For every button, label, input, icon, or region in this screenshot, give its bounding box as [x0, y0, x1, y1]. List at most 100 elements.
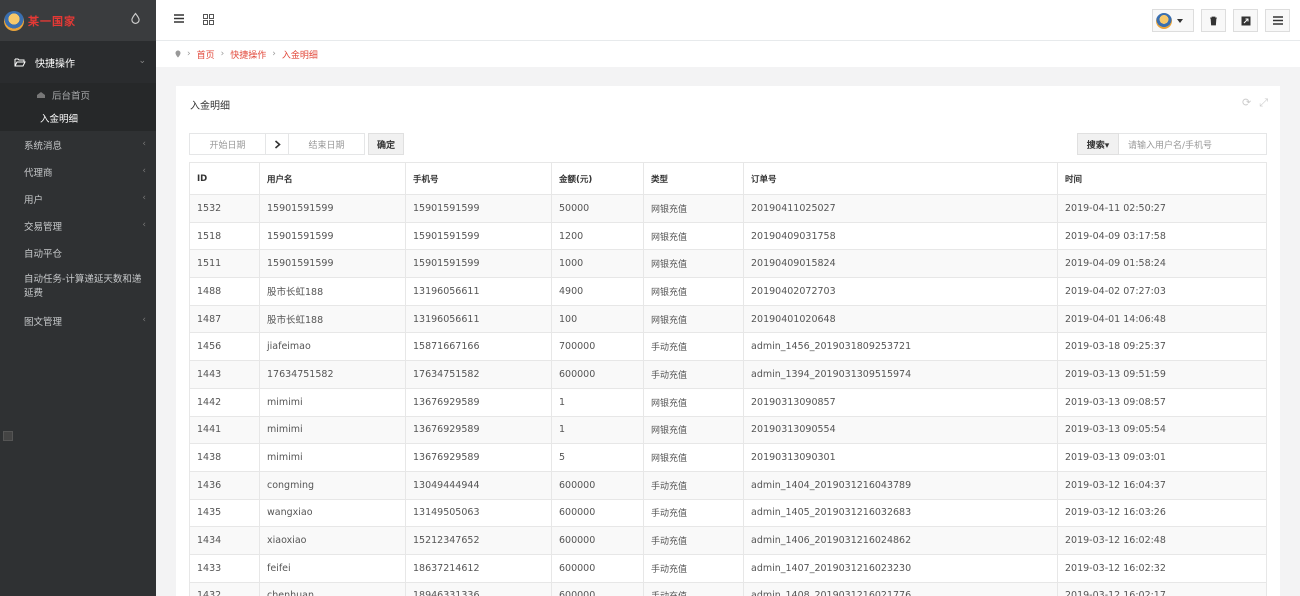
cell-id: 1532 — [189, 194, 260, 223]
theme-drop-icon[interactable] — [131, 12, 140, 24]
logo-icon — [4, 10, 24, 31]
cell-username: congming — [259, 470, 406, 500]
cell-order-no: admin_1405_2019031216032683 — [743, 498, 1058, 528]
sidebar-item-label: 交易管理 — [24, 221, 63, 233]
table-row: 1436 congming 13049444944 600000 手动充值 admin_1… — [189, 470, 1267, 500]
cell-order-no: 20190313090857 — [743, 387, 1058, 417]
sidebar-item-auto-close[interactable]: 自动平仓 — [0, 239, 156, 266]
end-date-input[interactable]: 结束日期 — [288, 133, 365, 155]
table-row: 1442 mimimi 13676929589 1 网银充值 20190313090857… — [189, 387, 1267, 417]
sidebar-item-auto-task[interactable]: 自动任务-计算递延天数和递延费 — [0, 266, 156, 307]
menu-toggle-icon[interactable] — [174, 14, 184, 23]
cell-time: 2019-04-01 14:06:48 — [1057, 304, 1267, 334]
cell-id: 1518 — [189, 221, 260, 251]
cell-type: 网银充值 — [643, 387, 744, 417]
cell-phone: 13049444944 — [405, 470, 552, 500]
refresh-icon[interactable]: ⟳ — [1242, 96, 1251, 110]
caret-down-icon — [1177, 18, 1183, 23]
breadcrumb-quick[interactable]: 快捷操作 — [230, 48, 266, 61]
cell-id: 1434 — [189, 526, 260, 555]
search-group: 搜索▾ 请输入用户名/手机号 — [1077, 133, 1267, 155]
cell-phone: 13676929589 — [405, 415, 552, 445]
cell-type: 网银充值 — [643, 221, 744, 251]
brand-bar: 某一国家 — [0, 0, 156, 41]
cell-type: 网银充值 — [643, 443, 744, 472]
cell-id: 1511 — [189, 249, 260, 279]
breadcrumb-separator: › — [220, 49, 225, 59]
cell-type: 网银充值 — [643, 304, 744, 334]
menu-group-quick[interactable]: 快捷操作 ⌄ — [0, 41, 156, 83]
chevron-down-icon: ⌄ — [138, 56, 146, 66]
cell-time: 2019-03-13 09:51:59 — [1057, 360, 1267, 389]
cell-amount: 600000 — [551, 360, 644, 389]
table-row: 1438 mimimi 13676929589 5 网银充值 20190313090301… — [189, 443, 1267, 472]
chevron-left-icon: ‹ — [142, 220, 146, 230]
header-time: 时间 — [1057, 162, 1267, 195]
confirm-button[interactable]: 确定 — [368, 133, 404, 155]
cell-type: 手动充值 — [643, 553, 744, 583]
cell-id: 1441 — [189, 415, 260, 445]
sidebar-item-messages[interactable]: 系统消息 ‹ — [0, 131, 156, 158]
cell-amount: 1200 — [551, 221, 644, 251]
cell-amount: 1 — [551, 387, 644, 417]
cell-time: 2019-03-12 16:02:32 — [1057, 553, 1267, 583]
sidebar-collapse-handle[interactable] — [3, 431, 13, 441]
cell-order-no: admin_1394_2019031309515974 — [743, 360, 1058, 389]
cell-amount: 1000 — [551, 249, 644, 279]
maximize-icon[interactable]: ⤢ — [1259, 96, 1268, 110]
breadcrumb: › 首页 › 快捷操作 › 入金明细 — [156, 41, 1300, 67]
cell-order-no: 20190409015824 — [743, 249, 1058, 279]
panel-title: 入金明细 — [190, 101, 230, 112]
cell-amount: 100 — [551, 304, 644, 334]
cell-time: 2019-04-09 03:17:58 — [1057, 221, 1267, 251]
clear-cache-button[interactable] — [1201, 9, 1226, 32]
breadcrumb-home[interactable]: 首页 — [197, 48, 215, 61]
table-row: 1443 17634751582 17634751582 600000 手动充值 admi… — [189, 360, 1267, 389]
cell-username: wangxiao — [259, 498, 406, 528]
cell-type: 手动充值 — [643, 526, 744, 555]
cell-id: 1438 — [189, 443, 260, 472]
user-menu-button[interactable] — [1152, 9, 1194, 32]
cell-order-no: 20190313090554 — [743, 415, 1058, 445]
cell-username: 股市长虹188 — [259, 277, 406, 306]
sidebar-item-content[interactable]: 图文管理 ‹ — [0, 307, 156, 334]
header-order-no: 订单号 — [743, 162, 1058, 195]
cell-type: 手动充值 — [643, 470, 744, 500]
sidebar-item-agents[interactable]: 代理商 ‹ — [0, 158, 156, 185]
table-row: 1432chenhuan18946331336600000手动充值admin_1… — [189, 581, 1267, 596]
submenu-item-home[interactable]: 后台首页 — [0, 83, 156, 106]
cell-type: 手动充值 — [643, 581, 744, 596]
settings-panel-button[interactable] — [1265, 9, 1290, 32]
chevron-left-icon: ‹ — [142, 139, 146, 149]
cell-type: 手动充值 — [643, 332, 744, 362]
expand-icon — [1241, 16, 1250, 25]
grid-icon[interactable] — [203, 14, 214, 25]
cell-amount: 600000 — [551, 470, 644, 500]
cell-id: 1456 — [189, 332, 260, 362]
submenu-item-deposit-detail[interactable]: 入金明细 — [0, 106, 156, 129]
cell-username: mimimi — [259, 415, 406, 445]
cell-phone: 13196056611 — [405, 277, 552, 306]
deposit-panel: 入金明细 ⟳ ⤢ 开始日期 结束日期 确定 搜索▾ 请输入用户名/手机号 ID 用… — [176, 86, 1280, 596]
brand-name: 某一国家 — [28, 14, 76, 28]
submenu-item-label: 入金明细 — [40, 113, 79, 125]
search-input[interactable]: 请输入用户名/手机号 — [1119, 133, 1267, 155]
header-type: 类型 — [643, 162, 744, 195]
sidebar-item-trading[interactable]: 交易管理 ‹ — [0, 212, 156, 239]
cell-username: xiaoxiao — [259, 526, 406, 555]
cell-phone: 18637214612 — [405, 553, 552, 583]
fullscreen-button[interactable] — [1233, 9, 1258, 32]
search-type-dropdown[interactable]: 搜索▾ — [1077, 133, 1119, 155]
start-date-input[interactable]: 开始日期 — [189, 133, 266, 155]
cell-type: 手动充值 — [643, 498, 744, 528]
table-body: 1532 15901591599 15901591599 50000 网银充值 20190… — [189, 194, 1267, 596]
sidebar-item-users[interactable]: 用户 ‹ — [0, 185, 156, 212]
cell-amount: 1 — [551, 415, 644, 445]
cell-order-no: 20190411025027 — [743, 194, 1058, 223]
cell-amount: 600000 — [551, 553, 644, 583]
cell-phone: 15901591599 — [405, 221, 552, 251]
cell-type: 网银充值 — [643, 277, 744, 306]
chevron-left-icon: ‹ — [142, 193, 146, 203]
cell-username: feifei — [259, 553, 406, 583]
cell-username: 15901591599 — [259, 194, 406, 223]
